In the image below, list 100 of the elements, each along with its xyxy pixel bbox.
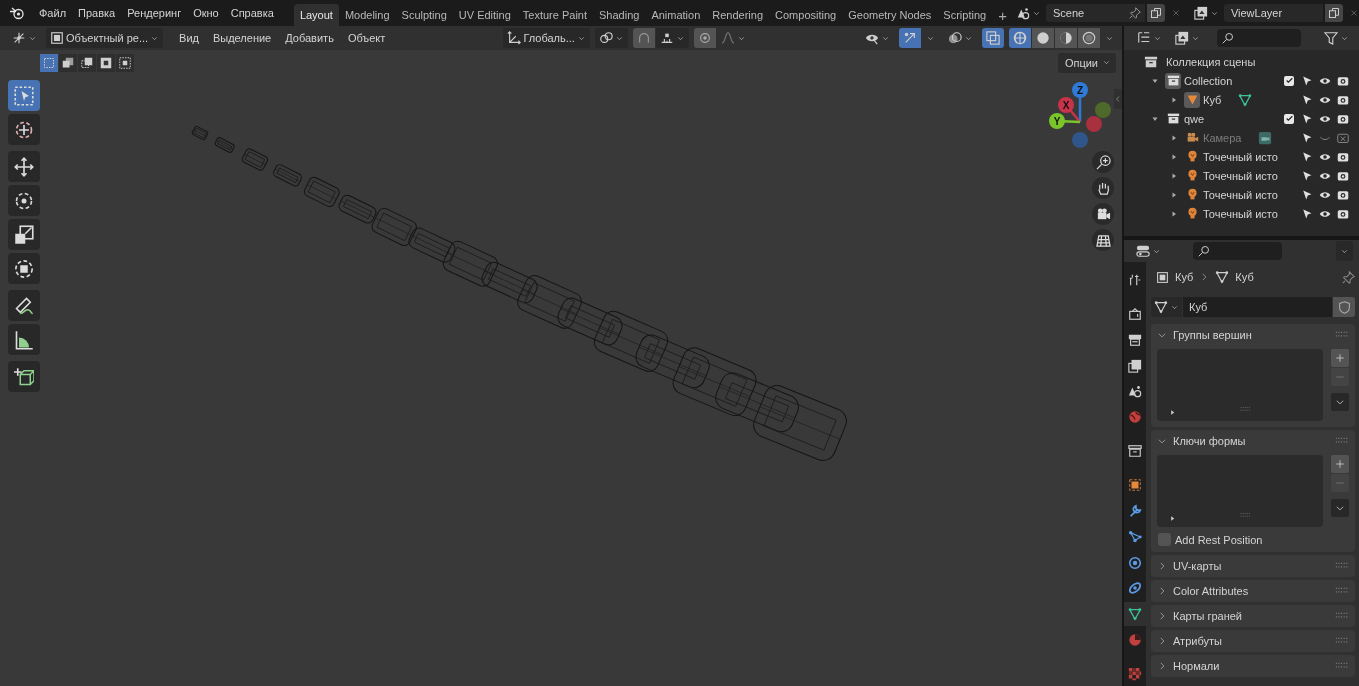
pan-button[interactable] [1092, 177, 1114, 199]
tool-button[interactable] [8, 114, 40, 145]
menu-item[interactable]: Рендеринг [121, 7, 188, 19]
snap-toggle[interactable] [632, 28, 655, 48]
workspace-tab[interactable]: Compositing [769, 4, 843, 26]
select-mode-button[interactable] [97, 53, 115, 72]
panel-title[interactable]: Нормали [1173, 660, 1329, 672]
workspace-tab[interactable]: Shading [593, 4, 646, 26]
panel-title[interactable]: UV-карты [1173, 560, 1329, 572]
search-field[interactable] [1193, 242, 1282, 260]
copy-button[interactable] [1324, 4, 1343, 22]
workspace-tab[interactable]: Geometry Nodes [842, 4, 938, 26]
tool-button[interactable] [8, 253, 40, 284]
menu-item[interactable]: Выделение [205, 32, 279, 44]
checkbox[interactable] [1158, 533, 1171, 546]
panel-title[interactable]: Атрибуты [1173, 635, 1329, 647]
expand-right-icon[interactable] [1170, 209, 1178, 218]
orientation-dropdown[interactable]: Глобаль... [503, 28, 590, 48]
tree-item[interactable]: Точечный исто [1203, 169, 1278, 182]
view-layer-field[interactable]: ViewLayer [1223, 4, 1323, 22]
projection-button[interactable] [1092, 229, 1114, 251]
menu-item[interactable]: Правка [72, 7, 122, 19]
breadcrumb-item[interactable]: Куб [1235, 271, 1254, 283]
datablock-name-field[interactable]: Куб [1183, 297, 1332, 317]
properties-tab[interactable] [1124, 602, 1146, 627]
chevron-down-icon[interactable] [1157, 330, 1167, 340]
expand-right-icon[interactable] [1170, 133, 1178, 142]
select-mode-button[interactable] [78, 53, 96, 72]
chevron-down-icon[interactable] [1157, 436, 1167, 446]
workspace-tab[interactable]: Texture Paint [516, 4, 593, 26]
select-mode-button[interactable] [40, 53, 58, 72]
tree-item[interactable]: Коллекция сцены [1166, 55, 1256, 68]
axis-handle[interactable] [1095, 102, 1111, 118]
tool-button[interactable] [8, 290, 40, 321]
menu-item[interactable]: Файл [33, 7, 73, 19]
expand-right-icon[interactable] [1170, 171, 1178, 180]
options-dropdown[interactable]: Опции [1057, 52, 1116, 73]
chevron-right-icon[interactable] [1157, 636, 1167, 646]
search-field[interactable] [1217, 29, 1301, 47]
proportional-toggle[interactable] [693, 28, 716, 48]
tree-item[interactable]: Куб [1203, 93, 1222, 106]
axis-handle[interactable] [1072, 132, 1088, 148]
axis-label[interactable]: Z [1072, 82, 1088, 98]
expand-right-icon[interactable] [1170, 95, 1178, 104]
xray-toggle[interactable] [982, 28, 1004, 48]
tool-button[interactable] [8, 151, 40, 182]
scene-field[interactable]: Scene [1045, 4, 1145, 22]
breadcrumb-item[interactable]: Куб [1175, 271, 1194, 283]
workspace-tab[interactable]: Modeling [338, 4, 396, 26]
shading-button[interactable] [1055, 28, 1077, 48]
checkbox[interactable] [1284, 113, 1294, 124]
menu-item[interactable]: Вид [172, 32, 206, 44]
tree-item[interactable]: Точечный исто [1203, 188, 1278, 201]
panel-title[interactable]: Карты граней [1173, 610, 1329, 622]
camera-view-button[interactable] [1092, 203, 1114, 225]
menu-item[interactable]: Окно [187, 7, 225, 19]
tree-item[interactable]: Точечный исто [1203, 207, 1278, 220]
snap-target-dropdown[interactable] [655, 28, 689, 48]
menu-item[interactable]: Справка [224, 7, 280, 19]
pivot-dropdown[interactable] [594, 28, 628, 48]
shading-button[interactable] [1078, 28, 1100, 48]
tree-item[interactable]: Collection [1184, 74, 1233, 87]
menu-item[interactable]: Добавить [278, 32, 341, 44]
workspace-tab[interactable]: Scripting [937, 4, 993, 26]
datablock-browse-button[interactable] [1151, 297, 1182, 317]
select-mode-button[interactable] [59, 53, 77, 72]
chevron-right-icon[interactable] [1157, 586, 1167, 596]
chevron-right-icon[interactable] [1157, 611, 1167, 621]
zoom-button[interactable] [1092, 151, 1114, 173]
checkbox[interactable] [1284, 75, 1294, 86]
panel-title[interactable]: Color Attributes [1173, 585, 1329, 597]
tool-button[interactable] [8, 219, 40, 250]
add-workspace-button[interactable]: + [992, 4, 1013, 26]
axis-label[interactable]: X [1058, 97, 1074, 113]
menu-item[interactable]: Объект [340, 32, 393, 44]
fake-user-button[interactable] [1333, 297, 1355, 317]
workspace-tab[interactable]: Sculpting [395, 4, 453, 26]
chevron-right-icon[interactable] [1157, 561, 1167, 571]
panel-title[interactable]: Группы вершин [1173, 329, 1329, 341]
axis-handle[interactable] [1086, 116, 1102, 132]
chevron-right-icon[interactable] [1157, 661, 1167, 671]
tree-item[interactable]: Точечный исто [1203, 150, 1278, 163]
axis-label[interactable]: Y [1049, 113, 1065, 129]
expand-right-icon[interactable] [1170, 190, 1178, 199]
workspace-tab[interactable]: Animation [645, 4, 707, 26]
shading-button[interactable] [1009, 28, 1031, 48]
shading-button[interactable] [1032, 28, 1054, 48]
mode-dropdown[interactable]: Объектный ре... [46, 28, 164, 48]
copy-button[interactable] [1146, 4, 1165, 22]
workspace-tab[interactable]: UV Editing [452, 4, 517, 26]
tree-item[interactable]: qwe [1184, 112, 1205, 125]
gizmo-toggle[interactable] [899, 28, 921, 48]
tool-button[interactable] [8, 185, 40, 216]
tool-button[interactable] [8, 324, 40, 355]
expand-right-icon[interactable] [1170, 152, 1178, 161]
workspace-tab[interactable]: Rendering [706, 4, 770, 26]
select-mode-button[interactable] [116, 53, 134, 72]
workspace-tab[interactable]: Layout [293, 4, 339, 26]
panel-title[interactable]: Ключи формы [1173, 435, 1329, 447]
sidebar-toggle[interactable] [1114, 89, 1122, 109]
